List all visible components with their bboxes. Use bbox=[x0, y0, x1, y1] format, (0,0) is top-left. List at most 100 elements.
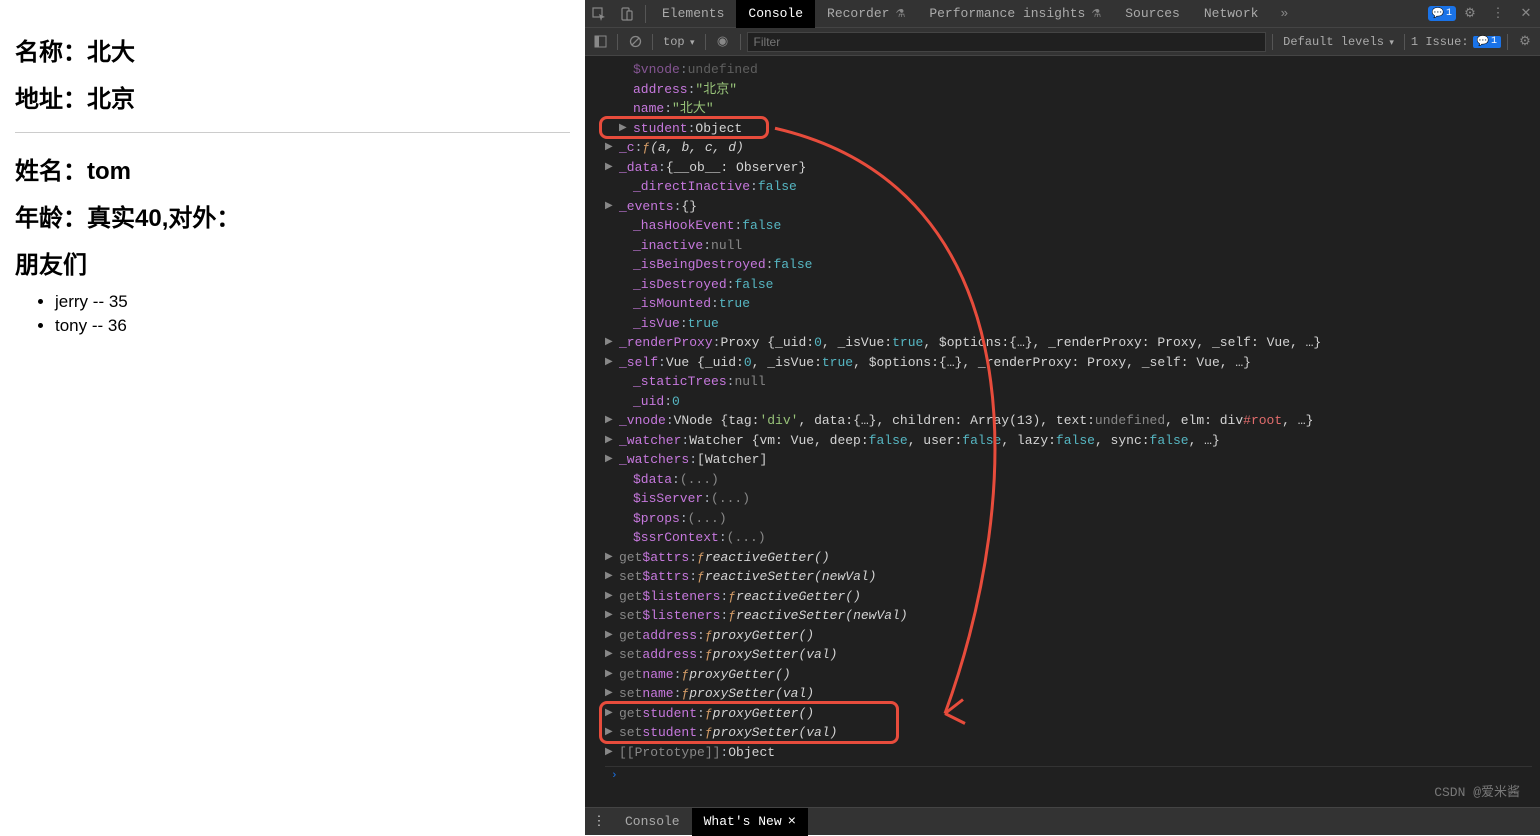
console-row[interactable]: ▶set $attrs: ƒ reactiveSetter(newVal) bbox=[605, 567, 1532, 587]
console-row[interactable]: ▶$ssrContext: (...) bbox=[605, 528, 1532, 548]
console-row[interactable]: ▶get $attrs: ƒ reactiveGetter() bbox=[605, 548, 1532, 568]
kebab-menu-icon[interactable]: ⋮ bbox=[1484, 0, 1512, 28]
toggle-sidebar-icon[interactable] bbox=[589, 31, 611, 53]
console-row[interactable]: ▶get name: ƒ proxyGetter() bbox=[605, 665, 1532, 685]
context-selector[interactable]: top bbox=[659, 35, 699, 49]
console-row[interactable]: ▶student: Object bbox=[605, 119, 1532, 139]
expand-triangle-icon[interactable]: ▶ bbox=[605, 723, 615, 743]
filter-input[interactable] bbox=[747, 32, 1267, 52]
list-item: tony -- 36 bbox=[55, 316, 570, 336]
console-row[interactable]: ▶address: "北京" bbox=[605, 80, 1532, 100]
console-toolbar: top ◉ Default levels 1 Issue:💬1 ⚙ bbox=[585, 28, 1540, 56]
expand-triangle-icon[interactable]: ▶ bbox=[605, 645, 615, 665]
expand-triangle-icon[interactable]: ▶ bbox=[605, 548, 615, 568]
watermark: CSDN @爱米酱 bbox=[1434, 781, 1520, 800]
console-row[interactable]: ▶_watcher: Watcher {vm: Vue, deep: false… bbox=[605, 431, 1532, 451]
console-row[interactable]: ▶set student: ƒ proxySetter(val) bbox=[605, 723, 1532, 743]
console-prompt[interactable]: › bbox=[605, 766, 1532, 787]
console-row[interactable]: ▶_data: {__ob__: Observer} bbox=[605, 158, 1532, 178]
flask-icon: ⚗ bbox=[895, 7, 905, 21]
tab-elements[interactable]: Elements bbox=[650, 0, 736, 28]
page-content: 名称：北大 地址：北京 姓名：tom 年龄：真实40,对外： 朋友们 jerry… bbox=[0, 0, 585, 835]
expand-triangle-icon[interactable]: ▶ bbox=[605, 138, 615, 158]
device-toggle-icon[interactable] bbox=[613, 0, 641, 28]
friends-list: jerry -- 35 tony -- 36 bbox=[55, 292, 570, 336]
console-row[interactable]: ▶$isServer: (...) bbox=[605, 489, 1532, 509]
tab-recorder[interactable]: Recorder⚗ bbox=[815, 0, 917, 28]
tab-performance-insights[interactable]: Performance insights⚗ bbox=[917, 0, 1113, 28]
devtools-main-tabs: Elements Console Recorder⚗ Performance i… bbox=[585, 0, 1540, 28]
console-row[interactable]: ▶_staticTrees: null bbox=[605, 372, 1532, 392]
student-age: 年龄：真实40,对外： bbox=[15, 198, 570, 233]
console-row[interactable]: ▶_inactive: null bbox=[605, 236, 1532, 256]
console-row[interactable]: ▶[[Prototype]]: Object bbox=[605, 743, 1532, 763]
console-row[interactable]: ▶_self: Vue {_uid: 0, _isVue: true, $opt… bbox=[605, 353, 1532, 373]
expand-triangle-icon[interactable]: ▶ bbox=[605, 743, 615, 763]
console-row[interactable]: ▶get student: ƒ proxyGetter() bbox=[605, 704, 1532, 724]
expand-triangle-icon[interactable]: ▶ bbox=[605, 197, 615, 217]
clear-console-icon[interactable] bbox=[624, 31, 646, 53]
school-name: 名称：北大 bbox=[15, 32, 570, 67]
console-row[interactable]: ▶$data: (...) bbox=[605, 470, 1532, 490]
log-levels-selector[interactable]: Default levels bbox=[1279, 35, 1398, 49]
expand-triangle-icon[interactable]: ▶ bbox=[605, 704, 615, 724]
expand-triangle-icon[interactable]: ▶ bbox=[605, 587, 615, 607]
console-row[interactable]: ▶set address: ƒ proxySetter(val) bbox=[605, 645, 1532, 665]
expand-triangle-icon[interactable]: ▶ bbox=[605, 665, 615, 685]
list-item: jerry -- 35 bbox=[55, 292, 570, 312]
console-row[interactable]: ▶set name: ƒ proxySetter(val) bbox=[605, 684, 1532, 704]
console-badge[interactable]: 💬1 bbox=[1428, 6, 1456, 21]
console-row[interactable]: ▶_watchers: [Watcher] bbox=[605, 450, 1532, 470]
console-row[interactable]: ▶_isVue: true bbox=[605, 314, 1532, 334]
expand-triangle-icon[interactable]: ▶ bbox=[605, 626, 615, 646]
console-row[interactable]: ▶_isBeingDestroyed: false bbox=[605, 255, 1532, 275]
expand-triangle-icon[interactable]: ▶ bbox=[605, 567, 615, 587]
more-tabs-icon[interactable]: » bbox=[1270, 0, 1298, 28]
expand-triangle-icon[interactable]: ▶ bbox=[605, 353, 615, 373]
drawer-tab-whatsnew[interactable]: What's New× bbox=[692, 808, 808, 836]
expand-triangle-icon[interactable]: ▶ bbox=[605, 684, 615, 704]
console-row[interactable]: ▶_uid: 0 bbox=[605, 392, 1532, 412]
tab-console[interactable]: Console bbox=[736, 0, 815, 28]
console-row[interactable]: ▶get address: ƒ proxyGetter() bbox=[605, 626, 1532, 646]
expand-triangle-icon[interactable]: ▶ bbox=[605, 411, 615, 431]
divider bbox=[15, 132, 570, 133]
console-row[interactable]: ▶$vnode: undefined bbox=[605, 60, 1532, 80]
expand-triangle-icon[interactable]: ▶ bbox=[605, 431, 615, 451]
expand-triangle-icon[interactable]: ▶ bbox=[605, 333, 615, 353]
close-devtools-icon[interactable]: ✕ bbox=[1512, 0, 1540, 28]
devtools-panel: Elements Console Recorder⚗ Performance i… bbox=[585, 0, 1540, 835]
console-row[interactable]: ▶get $listeners: ƒ reactiveGetter() bbox=[605, 587, 1532, 607]
settings-icon[interactable]: ⚙ bbox=[1456, 0, 1484, 28]
console-row[interactable]: ▶_hasHookEvent: false bbox=[605, 216, 1532, 236]
live-expression-icon[interactable]: ◉ bbox=[712, 31, 734, 53]
console-row[interactable]: ▶_c: ƒ (a, b, c, d) bbox=[605, 138, 1532, 158]
console-row[interactable]: ▶_isMounted: true bbox=[605, 294, 1532, 314]
close-icon[interactable]: × bbox=[788, 814, 796, 830]
console-row[interactable]: ▶_renderProxy: Proxy {_uid: 0, _isVue: t… bbox=[605, 333, 1532, 353]
school-address: 地址：北京 bbox=[15, 79, 570, 114]
tab-sources[interactable]: Sources bbox=[1113, 0, 1192, 28]
console-row[interactable]: ▶_vnode: VNode {tag: 'div', data: {…}, c… bbox=[605, 411, 1532, 431]
expand-triangle-icon[interactable]: ▶ bbox=[605, 606, 615, 626]
expand-triangle-icon[interactable]: ▶ bbox=[619, 119, 629, 139]
console-row[interactable]: ▶set $listeners: ƒ reactiveSetter(newVal… bbox=[605, 606, 1532, 626]
console-row[interactable]: ▶name: "北大" bbox=[605, 99, 1532, 119]
console-settings-icon[interactable]: ⚙ bbox=[1514, 31, 1536, 53]
console-row[interactable]: ▶_events: {} bbox=[605, 197, 1532, 217]
devtools-drawer-tabs: ⋮ Console What's New× bbox=[585, 807, 1540, 835]
issues-indicator[interactable]: 1 Issue:💬1 bbox=[1411, 35, 1501, 49]
drawer-menu-icon[interactable]: ⋮ bbox=[585, 814, 613, 829]
console-row[interactable]: ▶$props: (...) bbox=[605, 509, 1532, 529]
console-row[interactable]: ▶_directInactive: false bbox=[605, 177, 1532, 197]
student-name: 姓名：tom bbox=[15, 151, 570, 186]
flask-icon: ⚗ bbox=[1091, 7, 1101, 21]
console-output[interactable]: ▶$vnode: undefined▶address: "北京"▶name: "… bbox=[585, 56, 1540, 807]
tab-network[interactable]: Network bbox=[1192, 0, 1271, 28]
inspect-icon[interactable] bbox=[585, 0, 613, 28]
drawer-tab-console[interactable]: Console bbox=[613, 808, 692, 836]
expand-triangle-icon[interactable]: ▶ bbox=[605, 450, 615, 470]
console-row[interactable]: ▶_isDestroyed: false bbox=[605, 275, 1532, 295]
expand-triangle-icon[interactable]: ▶ bbox=[605, 158, 615, 178]
friends-heading: 朋友们 bbox=[15, 245, 570, 280]
